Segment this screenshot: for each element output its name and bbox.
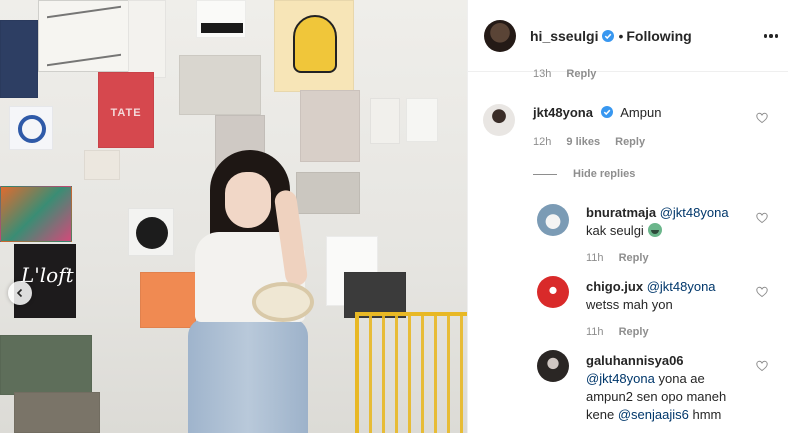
post-header: hi_sseulgi • Following xyxy=(468,0,788,72)
poster-hands xyxy=(84,150,120,180)
avatar[interactable] xyxy=(484,19,516,52)
avatar[interactable] xyxy=(537,204,569,236)
avatar[interactable] xyxy=(537,276,569,308)
comments-panel: hi_sseulgi • Following 13h Reply jkt48yo… xyxy=(467,0,788,433)
reply-body: bnuratmaja @jkt48yona kak seulgi xyxy=(586,204,756,240)
reply-username[interactable]: bnuratmaja xyxy=(586,205,656,220)
comment-time: 13h xyxy=(533,68,552,80)
poster-tag xyxy=(196,0,246,38)
crying-face-emoji-icon xyxy=(647,223,662,237)
poster-tate-text: TATE xyxy=(110,107,142,119)
poster-tate-red: TATE xyxy=(98,72,154,148)
comment-meta: 12h 9 likes Reply xyxy=(533,136,645,148)
reply-time: 11h xyxy=(586,252,604,264)
verified-badge-icon xyxy=(602,29,615,42)
chevron-left-icon xyxy=(16,288,23,298)
poster-colorful xyxy=(0,186,72,242)
reply-mention-second[interactable]: @senjaajis6 xyxy=(618,407,689,422)
reply-button[interactable]: Reply xyxy=(619,252,649,264)
reply-text-line1: yona ae xyxy=(658,371,705,386)
post-photo[interactable]: TATE L'loft xyxy=(0,0,467,433)
likes-count[interactable]: 9 likes xyxy=(566,136,600,148)
divider xyxy=(533,173,557,175)
following-button[interactable]: Following xyxy=(626,28,691,44)
reply-button[interactable]: Reply xyxy=(619,326,649,338)
comment-meta-top: 13h Reply xyxy=(533,68,596,80)
reply-body: galuhannisya06 @jkt48yona yona ae ampun2… xyxy=(586,352,766,424)
reply-button[interactable]: Reply xyxy=(615,136,645,148)
hide-replies-button[interactable]: Hide replies xyxy=(533,168,635,180)
poster-cartoon-yellow xyxy=(274,0,354,92)
poster-landscape xyxy=(0,335,92,395)
heart-icon[interactable] xyxy=(756,360,768,372)
reply-mention[interactable]: @jkt48yona xyxy=(647,279,716,294)
post-username[interactable]: hi_sseulgi xyxy=(530,28,598,44)
post-viewer: TATE L'loft hi_sseulgi • Following 13h R… xyxy=(0,0,788,433)
reply-username[interactable]: galuhannisya06 xyxy=(586,353,684,368)
person-jeans xyxy=(188,318,308,433)
poster-loft-text: L'loft xyxy=(21,263,74,287)
heart-icon[interactable] xyxy=(756,212,768,224)
separator-dot: • xyxy=(618,27,624,44)
poster-script xyxy=(128,0,166,78)
comment-time: 12h xyxy=(533,136,552,148)
heart-icon[interactable] xyxy=(756,112,768,124)
poster-bottom xyxy=(14,392,100,433)
reply-text-line2: ampun2 sen opo maneh xyxy=(586,389,727,404)
reply-meta: 11h Reply xyxy=(586,252,649,264)
comment-body: jkt48yona Ampun xyxy=(533,104,661,122)
reply-text: wetss mah yon xyxy=(586,297,673,312)
poster-photo-gray xyxy=(179,55,261,115)
reply-button[interactable]: Reply xyxy=(566,68,596,80)
comment-username[interactable]: jkt48yona xyxy=(533,105,593,120)
verified-badge-icon xyxy=(600,106,613,118)
hide-replies-label: Hide replies xyxy=(573,168,636,180)
wooden-chair-back xyxy=(252,282,314,322)
poster-portrait-blue xyxy=(0,20,38,98)
reply-text: kak seulgi xyxy=(586,223,644,238)
poster-badge xyxy=(128,208,174,256)
reply-mention[interactable]: @jkt48yona xyxy=(660,205,729,220)
heart-icon[interactable] xyxy=(756,286,768,298)
reply-text-line3-suffix: hmm xyxy=(692,407,722,422)
poster-handwriting xyxy=(38,0,130,72)
reply-meta: 11h Reply xyxy=(586,326,649,338)
person-face xyxy=(225,172,271,228)
reply-mention[interactable]: @jkt48yona xyxy=(586,371,655,386)
reply-username[interactable]: chigo.jux xyxy=(586,279,643,294)
reply-time: 11h xyxy=(586,326,604,338)
comment-text: Ampun xyxy=(620,105,662,120)
more-options-button[interactable] xyxy=(761,26,781,46)
avatar[interactable] xyxy=(537,350,569,382)
more-horizontal-icon xyxy=(763,34,768,38)
poster-blue-flower xyxy=(9,106,53,150)
reply-body: chigo.jux @jkt48yona wetss mah yon xyxy=(586,278,756,314)
carousel-prev-button[interactable] xyxy=(8,281,32,305)
poster-shoe xyxy=(370,98,400,144)
avatar[interactable] xyxy=(483,104,515,136)
poster-text-card xyxy=(406,98,438,142)
reply-text-line3-prefix: kene xyxy=(586,407,615,422)
yellow-wire-chair xyxy=(355,312,467,433)
